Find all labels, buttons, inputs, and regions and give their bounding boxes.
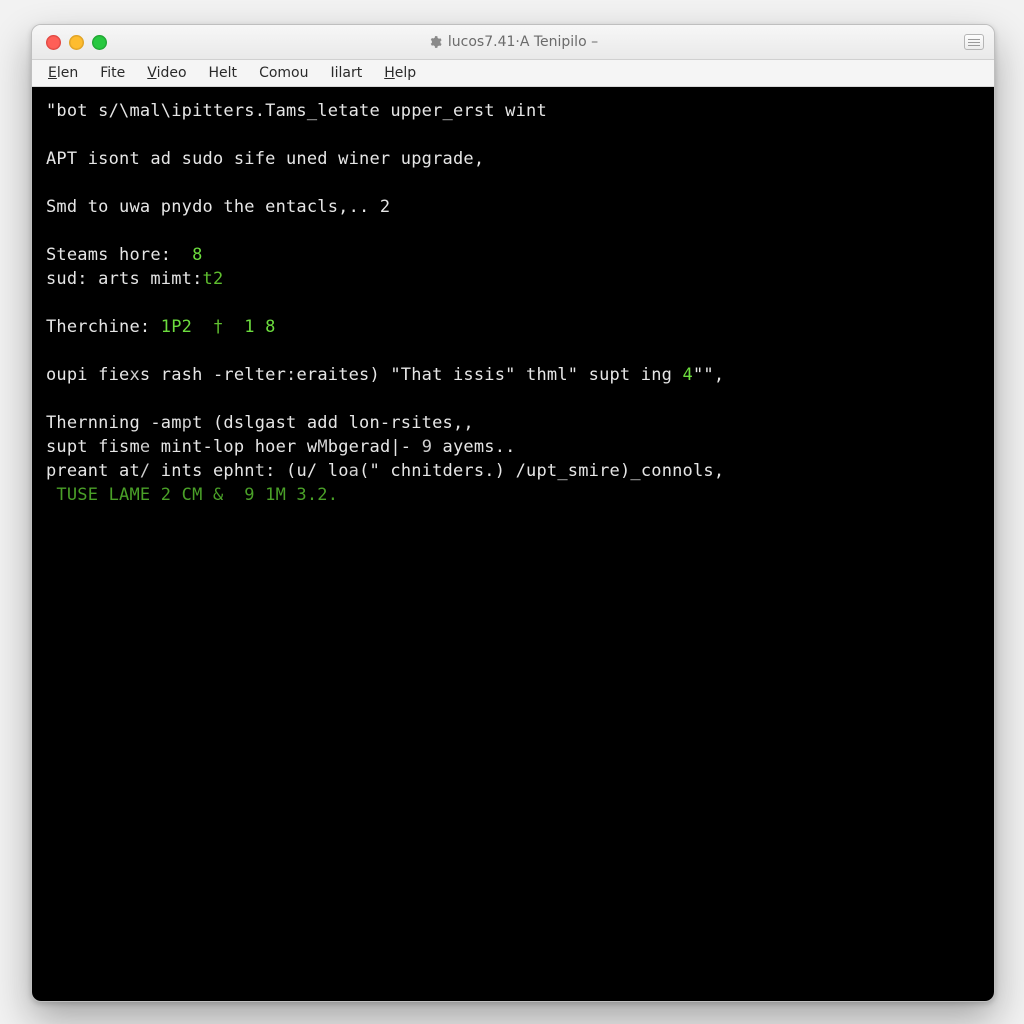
- terminal-window: lucos7.41·A Tenipilo – ElenFiteVideoHelt…: [31, 24, 995, 1002]
- terminal-text: Therchine:: [46, 317, 161, 337]
- terminal-line: TUSE LAME 2 CM & 9 1M 3.2.: [46, 483, 980, 507]
- terminal-text: "",: [693, 365, 724, 385]
- terminal-text: †: [213, 317, 223, 337]
- terminal-text: TUSE LAME 2 CM & 9 1M 3.2.: [46, 485, 338, 505]
- minimize-button[interactable]: [69, 35, 84, 50]
- terminal-text: Smd to uwa pnydo the entacls,.. 2: [46, 197, 390, 217]
- window-title: lucos7.41·A Tenipilo –: [448, 34, 598, 50]
- terminal-text: (" chnitders.) /upt_smire)_connols,: [359, 461, 724, 481]
- menu-item-iilart[interactable]: Iilart: [320, 64, 372, 82]
- terminal-text: oupi fie: [46, 365, 129, 385]
- terminal-line: supt fisme mint-lop hoer wMbgerad|- 9 ay…: [46, 435, 980, 459]
- terminal-text: 9: [422, 437, 432, 457]
- window-title-area: lucos7.41·A Tenipilo –: [32, 34, 994, 50]
- terminal-output[interactable]: "bot s/\mal\ipitters.Tams_letate upper_e…: [32, 87, 994, 1001]
- terminal-text: s rash -relter: [140, 365, 286, 385]
- terminal-text: p: [182, 413, 192, 433]
- terminal-text: M: [317, 437, 327, 457]
- gear-icon: [428, 35, 442, 49]
- terminal-text: x: [129, 365, 139, 385]
- terminal-text: 1 8: [223, 317, 275, 337]
- terminal-line: APT isont ad sudo sife uned winer upgrad…: [46, 147, 980, 171]
- maximize-button[interactable]: [92, 35, 107, 50]
- terminal-text: t2: [203, 269, 224, 289]
- terminal-line: Therchine: 1P2 † 1 8: [46, 315, 980, 339]
- window-menu-icon[interactable]: [964, 34, 984, 50]
- window-controls: [32, 35, 107, 50]
- terminal-text: : (u/ lo: [265, 461, 348, 481]
- terminal-line: [46, 339, 980, 363]
- menu-item-help[interactable]: Help: [374, 64, 426, 82]
- terminal-text: :: [286, 365, 296, 385]
- terminal-text: Thernning -am: [46, 413, 182, 433]
- terminal-text: t: [255, 461, 265, 481]
- terminal-text: supt fism: [46, 437, 140, 457]
- terminal-text: t (dslgast add lon-rsites,,: [192, 413, 474, 433]
- terminal-text: "bot s/\mal\ipitters.Tams_letate upper_e…: [46, 101, 547, 121]
- terminal-text: eraites) "That issis" thml" supt ing: [296, 365, 682, 385]
- menu-item-comou[interactable]: Comou: [249, 64, 318, 82]
- terminal-line: Smd to uwa pnydo the entacls,.. 2: [46, 195, 980, 219]
- terminal-text: 1P2: [161, 317, 213, 337]
- terminal-text: 8: [192, 245, 202, 265]
- menu-item-fite[interactable]: Fite: [90, 64, 135, 82]
- titlebar: lucos7.41·A Tenipilo –: [32, 25, 994, 60]
- terminal-text: /: [140, 461, 150, 481]
- terminal-line: Thernning -ampt (dslgast add lon-rsites,…: [46, 411, 980, 435]
- terminal-line: [46, 219, 980, 243]
- terminal-line: [46, 123, 980, 147]
- terminal-line: [46, 387, 980, 411]
- terminal-line: [46, 291, 980, 315]
- terminal-text: Steams hore:: [46, 245, 192, 265]
- terminal-text: ints ephn: [150, 461, 254, 481]
- terminal-text: ayems..: [432, 437, 515, 457]
- terminal-line: "bot s/\mal\ipitters.Tams_letate upper_e…: [46, 99, 980, 123]
- terminal-line: preant at/ ints ephnt: (u/ loa(" chnitde…: [46, 459, 980, 483]
- terminal-text: a: [349, 461, 359, 481]
- terminal-line: oupi fiexs rash -relter:eraites) "That i…: [46, 363, 980, 387]
- terminal-text: preant at: [46, 461, 140, 481]
- terminal-text: APT isont ad sudo sife uned winer upgrad…: [46, 149, 484, 169]
- terminal-text: bgerad|-: [328, 437, 422, 457]
- menu-item-helt[interactable]: Helt: [199, 64, 248, 82]
- terminal-line: Steams hore: 8: [46, 243, 980, 267]
- terminal-text: e: [140, 437, 150, 457]
- titlebar-right: [964, 34, 994, 50]
- terminal-text: 4: [683, 365, 693, 385]
- terminal-text: mint-lop hoer w: [150, 437, 317, 457]
- menu-item-elen[interactable]: Elen: [38, 64, 88, 82]
- terminal-line: [46, 171, 980, 195]
- menubar: ElenFiteVideoHeltComouIilartHelp: [32, 60, 994, 87]
- terminal-text: sud: arts mimt:: [46, 269, 203, 289]
- close-button[interactable]: [46, 35, 61, 50]
- menu-item-video[interactable]: Video: [137, 64, 196, 82]
- terminal-line: sud: arts mimt:t2: [46, 267, 980, 291]
